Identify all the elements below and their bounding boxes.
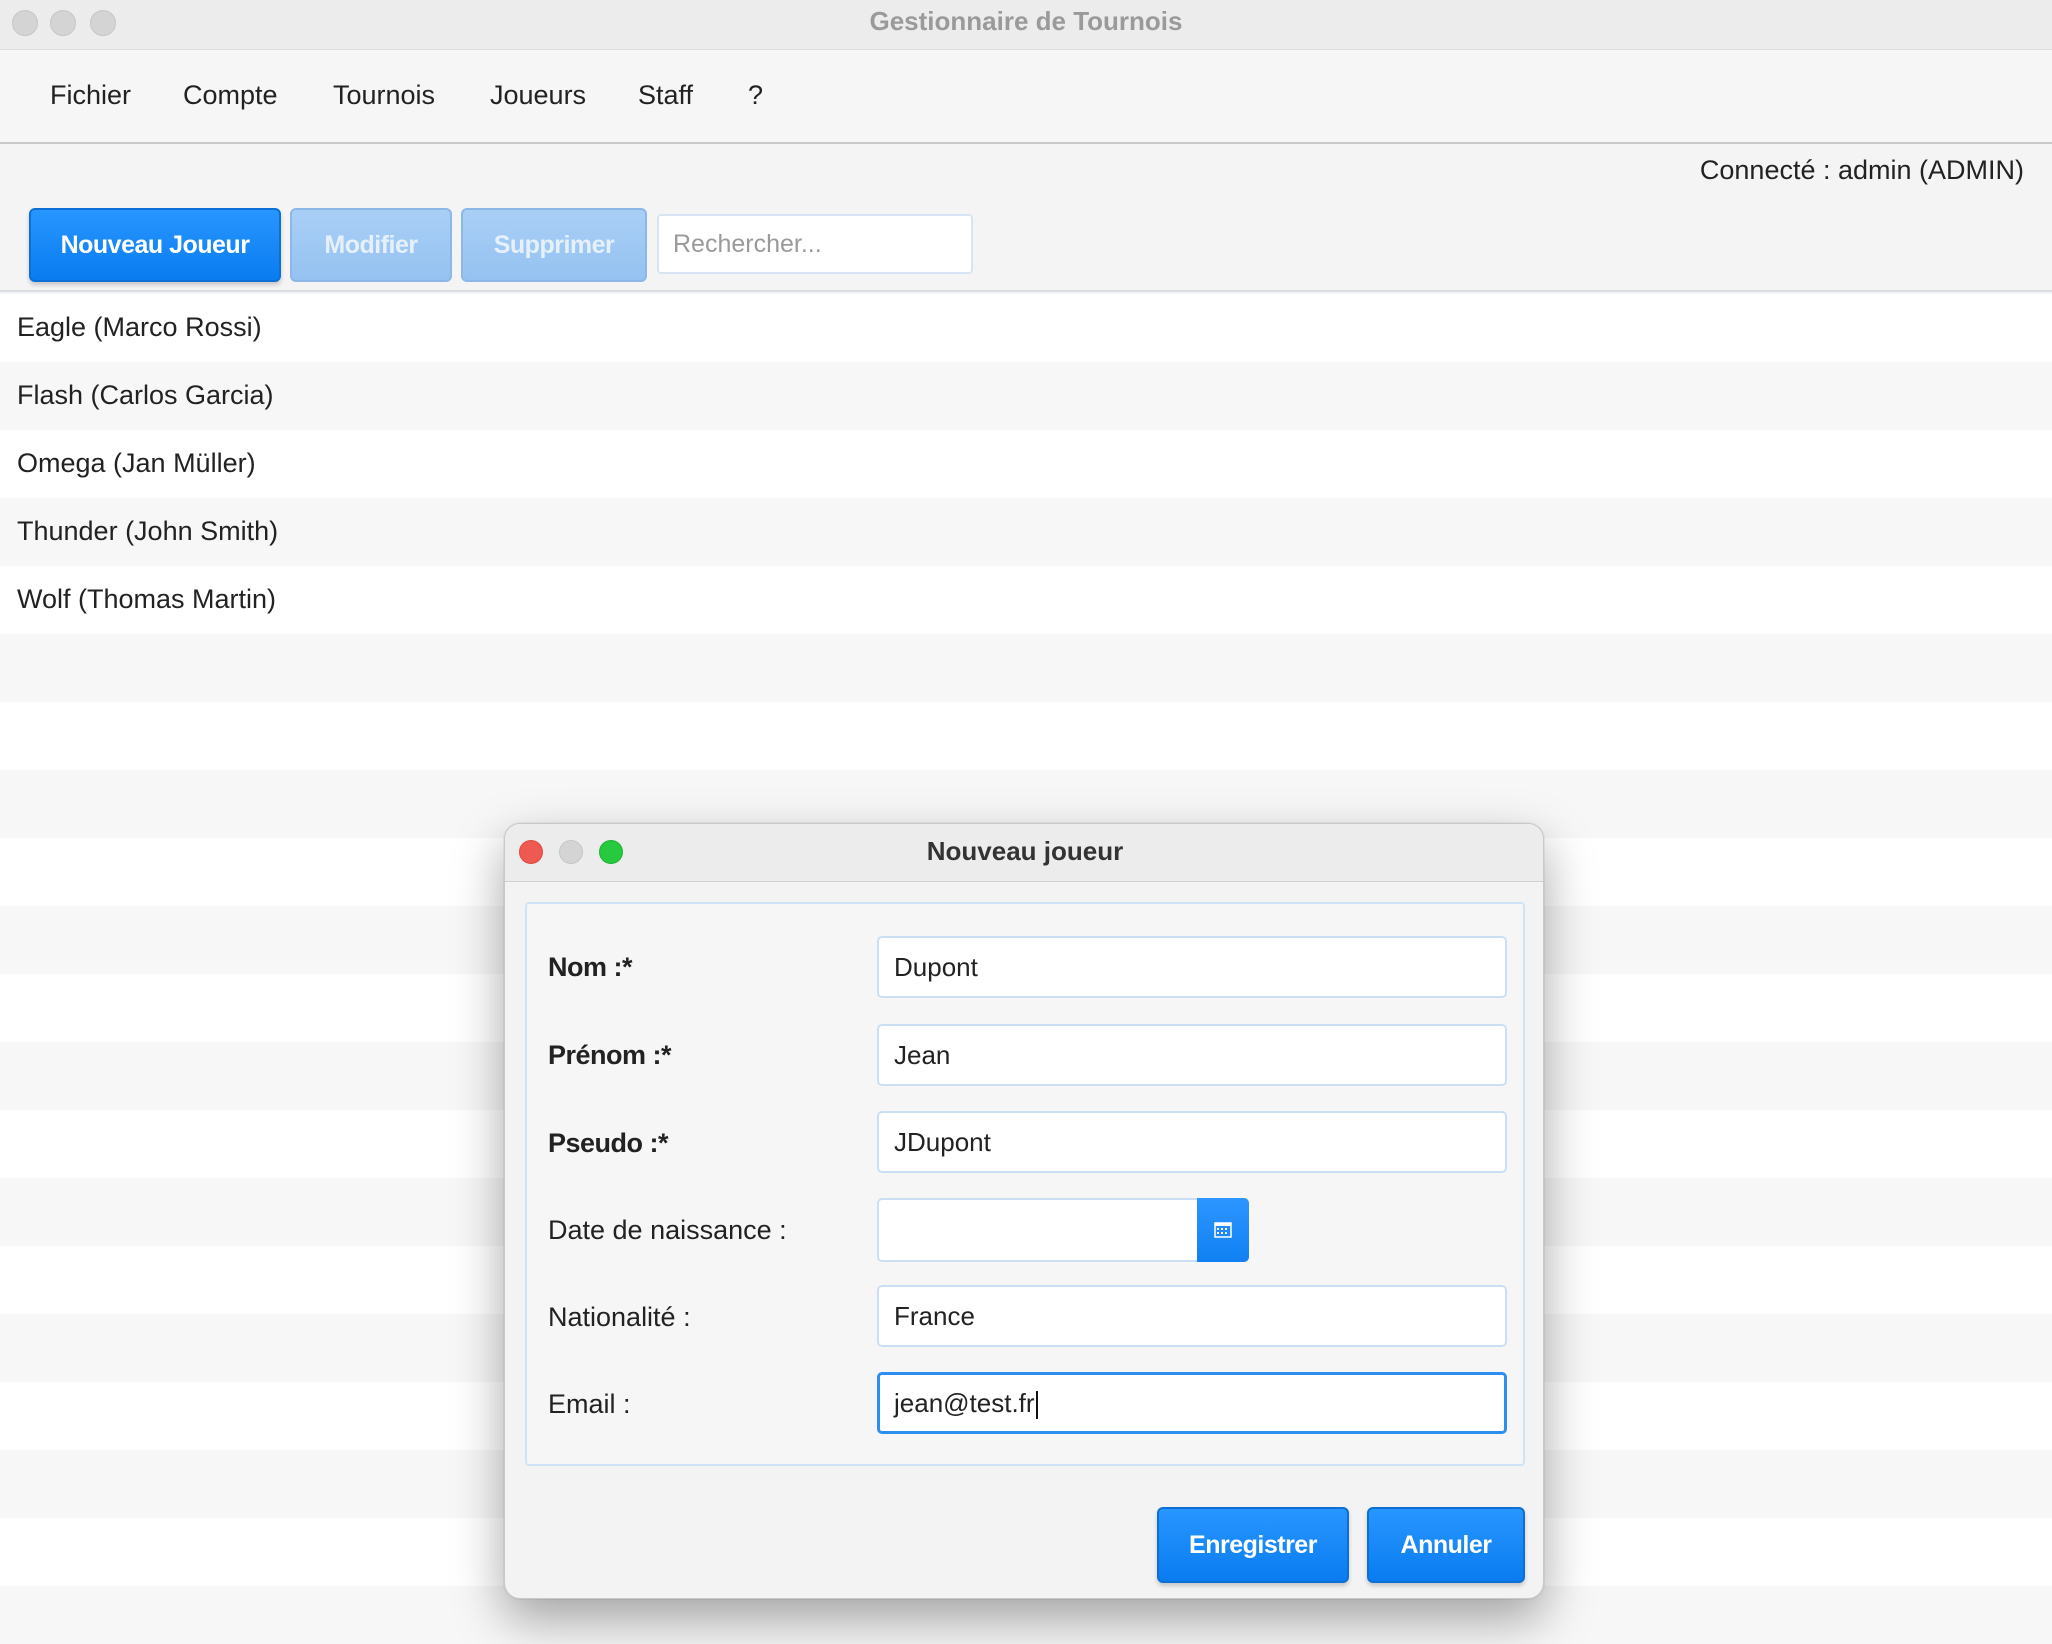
nationalite-field[interactable]: France [877, 1285, 1507, 1347]
calendar-button[interactable] [1197, 1198, 1249, 1262]
window-title: Gestionnaire de Tournois [869, 6, 1183, 36]
edit-button[interactable]: Modifier [290, 208, 452, 282]
text-caret [1035, 1391, 1038, 1420]
birthdate-picker[interactable] [877, 1198, 1249, 1262]
pseudo-label: Pseudo :* [548, 1128, 669, 1158]
email-field[interactable]: jean@test.fr [877, 1372, 1507, 1434]
calendar-icon [1214, 1222, 1232, 1238]
player-name: Wolf (Thomas Martin) [17, 584, 277, 614]
list-item[interactable]: Thunder (John Smith) [0, 498, 2052, 566]
empty-row [0, 634, 2052, 702]
player-name: Thunder (John Smith) [17, 516, 279, 546]
menu-fichier[interactable]: Fichier [50, 80, 131, 111]
prenom-label: Prénom :* [548, 1040, 672, 1070]
list-item[interactable]: Flash (Carlos Garcia) [0, 362, 2052, 430]
delete-button[interactable]: Supprimer [461, 208, 647, 282]
toolbar: Nouveau Joueur Modifier Supprimer Recher… [0, 196, 2052, 292]
new-player-button[interactable]: Nouveau Joueur [29, 208, 281, 282]
date-label: Date de naissance : [548, 1215, 787, 1245]
nom-field[interactable]: Dupont [877, 936, 1507, 998]
dialog-title: Nouveau joueur [926, 836, 1124, 866]
empty-row [0, 702, 2052, 770]
prenom-field[interactable]: Jean [877, 1024, 1507, 1086]
search-input[interactable]: Rechercher... [657, 214, 973, 274]
menu-bar: Fichier Compte Tournois Joueurs Staff ? [0, 50, 2052, 144]
nationalite-label: Nationalité : [548, 1302, 691, 1332]
menu-help[interactable]: ? [748, 80, 763, 111]
menu-joueurs[interactable]: Joueurs [490, 80, 586, 111]
form-panel: Nom :* Dupont Prénom :* Jean Pseudo :* J… [525, 902, 1525, 1466]
menu-staff[interactable]: Staff [638, 80, 693, 111]
dialog-title-bar: Nouveau joueur [505, 824, 1543, 882]
email-label: Email : [548, 1389, 631, 1419]
new-player-dialog: Nouveau joueur Nom :* Dupont Prénom :* J… [504, 823, 1544, 1599]
list-item[interactable]: Wolf (Thomas Martin) [0, 566, 2052, 634]
list-item[interactable]: Eagle (Marco Rossi) [0, 294, 2052, 362]
save-button[interactable]: Enregistrer [1157, 1507, 1349, 1583]
cancel-button[interactable]: Annuler [1367, 1507, 1525, 1583]
email-value: jean@test.fr [894, 1388, 1035, 1418]
connection-status: Connecté : admin (ADMIN) [1699, 155, 2024, 185]
nom-label: Nom :* [548, 952, 633, 982]
player-name: Flash (Carlos Garcia) [17, 380, 274, 410]
player-name: Eagle (Marco Rossi) [17, 312, 262, 342]
pseudo-field[interactable]: JDupont [877, 1111, 1507, 1173]
player-name: Omega (Jan Müller) [17, 448, 256, 478]
menu-tournois[interactable]: Tournois [333, 80, 435, 111]
title-bar: Gestionnaire de Tournois [0, 0, 2052, 50]
main-window: Gestionnaire de Tournois Fichier Compte … [0, 0, 2052, 1644]
list-item[interactable]: Omega (Jan Müller) [0, 430, 2052, 498]
menu-compte[interactable]: Compte [183, 80, 278, 111]
